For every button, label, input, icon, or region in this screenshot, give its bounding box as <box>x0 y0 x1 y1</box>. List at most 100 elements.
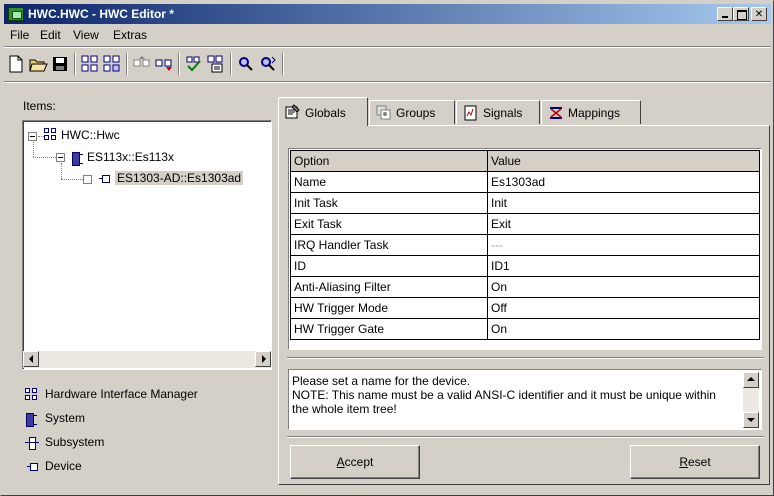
table-row[interactable]: HW Trigger Gate On <box>290 318 760 340</box>
value-cell[interactable]: --- <box>487 234 760 256</box>
table-row[interactable]: Exit Task Exit <box>290 213 760 235</box>
value-cell[interactable]: On <box>487 276 760 298</box>
scroll-left-button[interactable] <box>23 351 39 367</box>
tab-label: Groups <box>396 106 436 120</box>
move-down-icon[interactable] <box>154 54 174 74</box>
add-subsystem-icon[interactable] <box>102 54 122 74</box>
open-folder-icon[interactable] <box>28 54 48 74</box>
scroll-up-button[interactable] <box>743 372 759 388</box>
menu-view[interactable]: View <box>73 28 99 42</box>
toolbar-separator <box>230 53 232 75</box>
toolbar-separator <box>126 53 128 75</box>
groups-icon <box>376 105 391 120</box>
option-cell: Name <box>290 171 488 193</box>
column-header-option[interactable]: Option <box>290 150 488 172</box>
option-cell: Anti-Aliasing Filter <box>290 276 488 298</box>
legend-label: System <box>45 411 86 425</box>
menu-edit[interactable]: Edit <box>40 28 61 42</box>
toolbar <box>4 50 771 78</box>
option-cell: HW Trigger Gate <box>290 318 488 340</box>
value-cell[interactable]: Init <box>487 192 760 214</box>
table-row[interactable]: HW Trigger Mode Off <box>290 297 760 319</box>
tree-node-hwc[interactable]: HWC::Hwc <box>61 128 120 142</box>
hardware-interface-manager-icon <box>25 388 39 402</box>
minimize-button[interactable] <box>717 7 733 21</box>
item-tree[interactable]: HWC::Hwc ES113x::Es113x ES1303-AD::Es130… <box>22 120 272 370</box>
tree-horizontal-scrollbar[interactable] <box>23 351 271 368</box>
tab-groups[interactable]: Groups <box>369 100 455 124</box>
toolbar-top-divider <box>4 46 771 48</box>
toolbar-separator <box>74 53 76 75</box>
tab-globals[interactable]: Globals <box>278 97 368 126</box>
device-icon <box>27 462 39 472</box>
tab-label: Globals <box>305 106 346 120</box>
tree-node-es113x[interactable]: ES113x::Es113x <box>87 150 174 164</box>
tree-connector <box>61 163 62 179</box>
tab-label: Mappings <box>568 106 621 120</box>
globals-icon <box>285 104 300 119</box>
option-cell: ID <box>290 255 488 277</box>
save-icon[interactable] <box>50 54 70 74</box>
window-title: HWC.HWC - HWC Editor * <box>28 7 174 21</box>
value-cell[interactable]: Exit <box>487 213 760 235</box>
signals-icon <box>463 105 477 121</box>
option-cell: Init Task <box>290 192 488 214</box>
table-row[interactable]: IRQ Handler Task --- <box>290 234 760 256</box>
mappings-icon <box>548 105 562 119</box>
tree-node-es1303ad[interactable]: ES1303-AD::Es1303ad <box>115 171 244 185</box>
scroll-right-button[interactable] <box>255 351 271 367</box>
check-icon[interactable] <box>184 54 204 74</box>
system-icon <box>26 413 38 427</box>
items-label: Items: <box>23 99 56 113</box>
option-cell: HW Trigger Mode <box>290 297 488 319</box>
tree-connector <box>61 179 83 180</box>
options-grid[interactable]: Option Value Name Es1303ad Init Task Ini… <box>288 148 762 350</box>
value-cell[interactable]: Es1303ad <box>487 171 760 193</box>
column-header-value[interactable]: Value <box>487 150 760 172</box>
menu-file[interactable]: File <box>10 28 29 42</box>
table-row[interactable]: Name Es1303ad <box>290 171 760 193</box>
accept-button[interactable]: Accept <box>290 445 420 479</box>
title-bar[interactable]: HWC.HWC - HWC Editor * <box>4 4 771 24</box>
table-row[interactable]: ID ID1 <box>290 255 760 277</box>
tab-signals[interactable]: Signals <box>456 100 540 124</box>
toolbar-separator <box>282 53 284 75</box>
find-icon[interactable] <box>236 54 256 74</box>
device-icon <box>99 174 111 184</box>
grid-header-row: Option Value <box>290 150 760 172</box>
legend-label: Device <box>45 459 82 473</box>
system-icon <box>72 152 84 166</box>
table-row[interactable]: Anti-Aliasing Filter On <box>290 276 760 298</box>
option-cell: Exit Task <box>290 213 488 235</box>
subsystem-icon <box>25 437 39 450</box>
editor-window: HWC.HWC - HWC Editor * File Edit View Ex… <box>0 0 774 496</box>
options-table: Option Value Name Es1303ad Init Task Ini… <box>290 150 760 340</box>
move-up-icon[interactable] <box>132 54 152 74</box>
description-box[interactable]: Please set a name for the device. NOTE: … <box>288 369 762 430</box>
value-cell[interactable]: ID1 <box>487 255 760 277</box>
tab-mappings[interactable]: Mappings <box>541 100 641 124</box>
menu-extras[interactable]: Extras <box>113 28 147 42</box>
close-button[interactable] <box>751 7 767 21</box>
generate-icon[interactable] <box>206 54 226 74</box>
legend-label: Subsystem <box>45 435 105 449</box>
tree-expander-root[interactable] <box>28 132 37 141</box>
value-cell[interactable]: Off <box>487 297 760 319</box>
divider <box>287 357 764 359</box>
scroll-down-button[interactable] <box>743 412 759 428</box>
tree-connector <box>33 157 56 158</box>
reset-button[interactable]: Reset <box>630 445 760 479</box>
toolbar-separator <box>178 53 180 75</box>
app-icon <box>8 7 24 21</box>
find-next-icon[interactable] <box>258 54 278 74</box>
tab-label: Signals <box>483 106 523 120</box>
table-row[interactable]: Init Task Init <box>290 192 760 214</box>
tree-expander-es113x[interactable] <box>56 153 65 162</box>
maximize-button[interactable] <box>733 7 749 21</box>
tree-expander-es1303 <box>83 175 92 184</box>
new-file-icon[interactable] <box>6 54 26 74</box>
value-cell[interactable]: On <box>487 318 760 340</box>
legend-label: Hardware Interface Manager <box>45 387 198 401</box>
add-system-icon[interactable] <box>80 54 100 74</box>
description-scrollbar[interactable] <box>743 372 759 428</box>
